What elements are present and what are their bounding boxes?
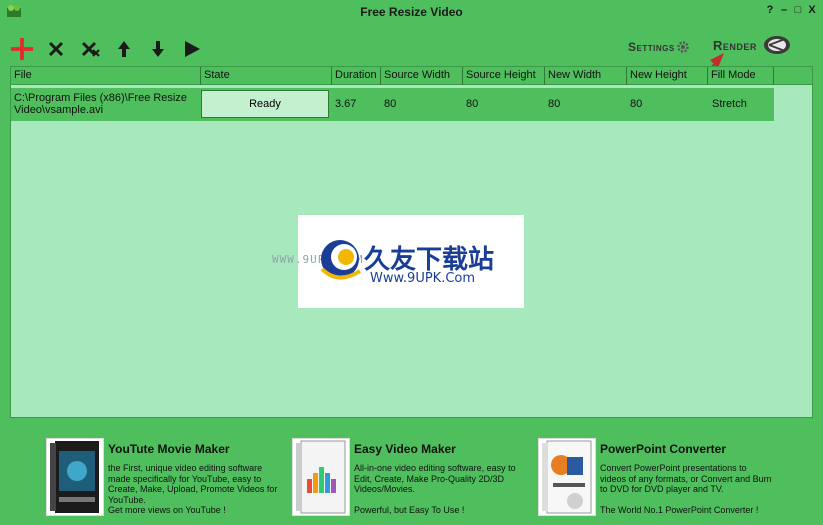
maximize-button[interactable]: □: [793, 4, 803, 16]
play-icon: [185, 41, 200, 57]
table-row[interactable]: C:\Program Files (x86)\Free Resize Video…: [11, 88, 774, 121]
promo-desc: the First, unique video editing software…: [108, 463, 278, 505]
easy-video-maker-box-icon: [296, 440, 346, 514]
column-header-source-width[interactable]: Source Width: [381, 67, 463, 85]
cell-file: C:\Program Files (x86)\Free Resize Video…: [14, 92, 187, 116]
cell-new-width: 80: [548, 98, 561, 110]
move-up-icon: [118, 41, 130, 57]
help-button[interactable]: ?: [765, 4, 775, 16]
column-header-fill-mode[interactable]: Fill Mode: [708, 67, 774, 85]
promo-title: PowerPoint Converter: [600, 442, 727, 456]
column-header-source-height[interactable]: Source Height: [463, 67, 545, 85]
cell-fill-mode: Stretch: [712, 98, 747, 110]
remove-icon: [48, 41, 64, 57]
promo-easy-video-maker[interactable]: Easy Video Maker All-in-one video editin…: [292, 432, 532, 522]
play-button[interactable]: [180, 37, 204, 61]
promo-foot: The World No.1 PowerPoint Converter !: [600, 505, 759, 515]
promo-box-image: [292, 438, 350, 516]
film-reel-icon: [763, 36, 790, 54]
column-header-new-height[interactable]: New Height: [627, 67, 708, 85]
add-icon: [10, 37, 34, 61]
watermark-logo-icon: [320, 240, 362, 280]
promo-box-image: [46, 438, 104, 516]
promo-foot: Get more views on YouTube !: [108, 505, 226, 515]
promo-desc: Convert PowerPoint presentations to vide…: [600, 463, 772, 494]
youtube-movie-maker-box-icon: [50, 441, 99, 513]
powerpoint-converter-box-icon: [542, 440, 592, 514]
promo-powerpoint-converter[interactable]: PowerPoint Converter Convert PowerPoint …: [538, 432, 783, 522]
move-down-button[interactable]: [146, 37, 170, 61]
promo-foot: Powerful, but Easy To Use !: [354, 505, 465, 515]
grid-header: File State Duration Source Width Source …: [11, 67, 812, 85]
move-up-button[interactable]: [112, 37, 136, 61]
cell-source-height: 80: [466, 98, 479, 110]
title-bar: Free Resize Video ? – □ X: [0, 0, 823, 24]
move-down-icon: [152, 41, 164, 57]
column-header-new-width[interactable]: New Width: [545, 67, 627, 85]
column-header-state[interactable]: State: [201, 67, 332, 85]
toolbar: [10, 34, 204, 64]
column-header-duration[interactable]: Duration: [332, 67, 381, 85]
remove-all-icon: [81, 41, 100, 57]
promo-box-image: [538, 438, 596, 516]
cell-duration: 3.67: [335, 98, 357, 110]
remove-all-button[interactable]: [78, 37, 102, 61]
cell-source-width: 80: [384, 98, 397, 110]
remove-file-button[interactable]: [44, 37, 68, 61]
cell-state: Ready: [201, 90, 329, 118]
promo-title: YouTute Movie Maker: [108, 442, 230, 456]
column-header-file[interactable]: File: [11, 67, 201, 85]
window-controls: ? – □ X: [765, 4, 817, 16]
promo-title: Easy Video Maker: [354, 442, 456, 456]
cell-new-height: 80: [630, 98, 643, 110]
add-file-button[interactable]: [10, 37, 34, 61]
promo-bar: YouTute Movie Maker the First, unique vi…: [0, 432, 823, 525]
window-title: Free Resize Video: [360, 5, 463, 19]
promo-youtube-movie-maker[interactable]: YouTute Movie Maker the First, unique vi…: [46, 432, 286, 522]
watermark: WWW.9UPK.COM 久友下载站 Www.9UPK.Com: [272, 215, 524, 308]
minimize-button[interactable]: –: [779, 4, 789, 16]
promo-desc: All-in-one video editing software, easy …: [354, 463, 516, 494]
close-button[interactable]: X: [807, 4, 817, 16]
watermark-en-text: Www.9UPK.Com: [370, 271, 476, 286]
